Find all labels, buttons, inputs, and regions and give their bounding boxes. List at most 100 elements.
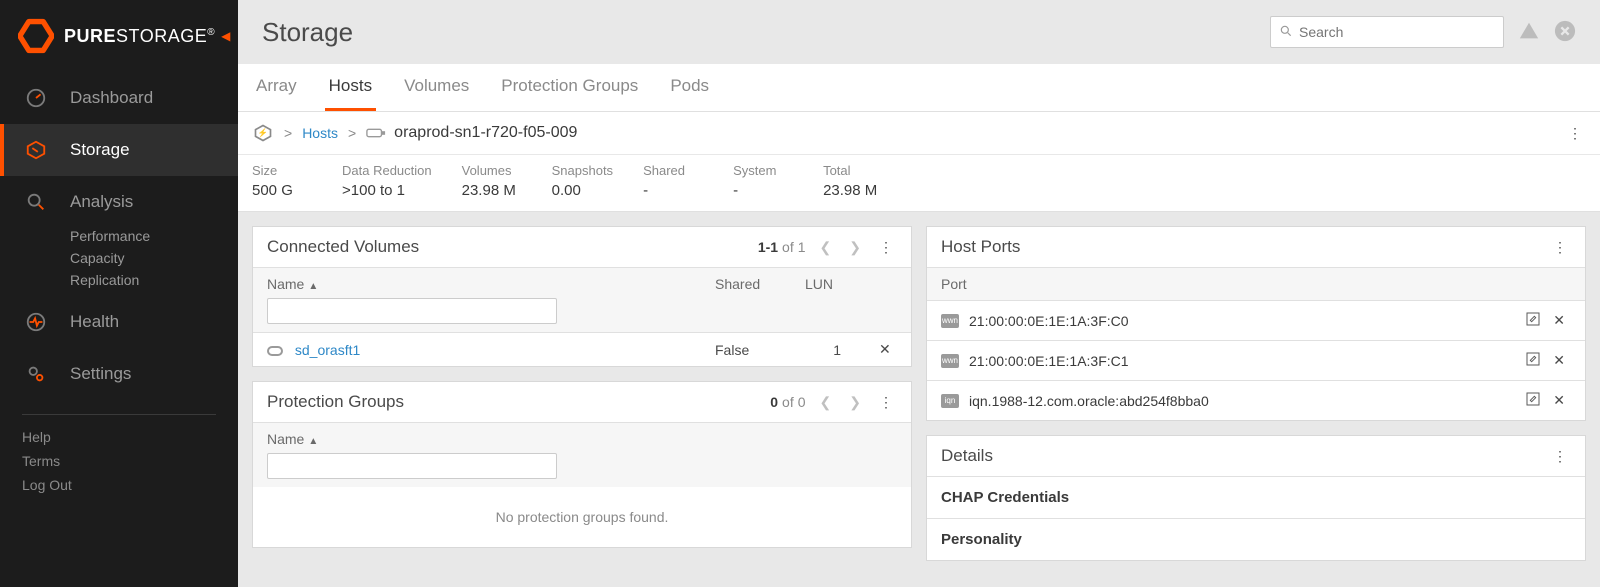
collapse-caret-icon[interactable]: ◀ — [221, 29, 230, 43]
alert-icon[interactable] — [1518, 20, 1540, 45]
subnav-replication[interactable]: Replication — [70, 272, 238, 288]
protection-groups-table: Name▲ — [253, 422, 911, 487]
health-icon — [24, 310, 48, 334]
stat-label: Data Reduction — [342, 163, 432, 178]
cell-shared: False — [701, 333, 791, 367]
stats-bar: Size500 G Data Reduction>100 to 1 Volume… — [238, 155, 1600, 212]
stat-value: 500 G — [252, 182, 312, 199]
port-value: iqn.1988-12.com.oracle:abd254f8bba0 — [969, 393, 1519, 409]
host-ports-panel: Host Ports ⋮ Port wwn 21:00:00:0E:1E:1A:… — [926, 226, 1586, 421]
details-label: CHAP Credentials — [941, 489, 1069, 506]
remove-volume-button[interactable]: ✕ — [875, 341, 895, 357]
host-icon — [366, 126, 386, 140]
col-name[interactable]: Name▲ — [253, 268, 701, 333]
col-port[interactable]: Port — [927, 268, 1505, 301]
sidebar: PURESTORAGE® ◀ Dashboard Storage Analysi… — [0, 0, 238, 587]
col-shared[interactable]: Shared — [701, 268, 791, 333]
pager-prev-icon[interactable]: ❮ — [816, 239, 836, 256]
col-actions — [861, 268, 911, 333]
stat-label: System — [733, 163, 793, 178]
global-search[interactable] — [1270, 16, 1504, 48]
sidebar-footer: Help Terms Log Out — [0, 429, 238, 493]
tab-protection-groups[interactable]: Protection Groups — [497, 62, 642, 111]
panel-title: Protection Groups — [267, 392, 404, 412]
col-lun[interactable]: LUN — [791, 268, 861, 333]
panel-title: Connected Volumes — [267, 237, 419, 257]
analysis-icon — [24, 190, 48, 214]
sidebar-divider — [22, 414, 216, 415]
pg-empty-message: No protection groups found. — [253, 487, 911, 547]
volume-icon — [267, 346, 283, 356]
topbar: Storage — [238, 0, 1600, 64]
remove-port-button[interactable]: ✕ — [1547, 312, 1571, 329]
gear-icon — [24, 362, 48, 386]
remove-port-button[interactable]: ✕ — [1547, 352, 1571, 369]
sidebar-item-label: Analysis — [70, 192, 133, 212]
pager-next-icon[interactable]: ❯ — [845, 239, 865, 256]
svg-text:⚡: ⚡ — [258, 128, 268, 139]
edit-port-button[interactable] — [1519, 391, 1547, 410]
storage-tabs: Array Hosts Volumes Protection Groups Po… — [238, 64, 1600, 112]
tab-volumes[interactable]: Volumes — [400, 62, 473, 111]
content-columns: Connected Volumes 1-1 of 1 ❮ ❯ ⋮ — [238, 212, 1600, 587]
wwn-icon: wwn — [941, 314, 959, 328]
edit-port-button[interactable] — [1519, 351, 1547, 370]
pg-menu-button[interactable]: ⋮ — [875, 394, 897, 411]
sidebar-item-label: Health — [70, 312, 119, 332]
pager-prev-icon[interactable]: ❮ — [816, 394, 836, 411]
sidebar-item-analysis[interactable]: Analysis — [0, 176, 238, 228]
footer-logout[interactable]: Log Out — [22, 477, 216, 493]
port-value: 21:00:00:0E:1E:1A:3F:C0 — [969, 313, 1519, 329]
array-icon[interactable]: ⚡ — [252, 122, 274, 144]
cell-lun: 1 — [791, 333, 861, 367]
panel-title: Host Ports — [941, 237, 1020, 257]
sidebar-item-storage[interactable]: Storage — [0, 124, 238, 176]
sidebar-item-settings[interactable]: Settings — [0, 348, 238, 400]
tab-pods[interactable]: Pods — [666, 62, 713, 111]
subnav-performance[interactable]: Performance — [70, 228, 238, 244]
brand-text: PURESTORAGE® — [64, 26, 215, 47]
port-row: wwn 21:00:00:0E:1E:1A:3F:C0 ✕ — [927, 300, 1585, 340]
remove-port-button[interactable]: ✕ — [1547, 392, 1571, 409]
breadcrumb-menu-button[interactable]: ⋮ — [1564, 125, 1586, 142]
page-title: Storage — [262, 17, 353, 48]
wwn-icon: wwn — [941, 354, 959, 368]
breadcrumb-hosts-link[interactable]: Hosts — [302, 125, 338, 141]
volumes-pager: 1-1 of 1 — [758, 239, 806, 255]
stat-value: - — [643, 182, 703, 199]
sort-asc-icon: ▲ — [308, 281, 318, 292]
sidebar-item-health[interactable]: Health — [0, 296, 238, 348]
ports-menu-button[interactable]: ⋮ — [1549, 239, 1571, 256]
sidebar-item-dashboard[interactable]: Dashboard — [0, 72, 238, 124]
sidebar-item-label: Storage — [70, 140, 130, 160]
pager-next-icon[interactable]: ❯ — [845, 394, 865, 411]
breadcrumb-sep: > — [348, 125, 356, 141]
panel-title: Details — [941, 446, 993, 466]
table-row: sd_orasft1 False 1 ✕ — [253, 333, 911, 367]
subnav-capacity[interactable]: Capacity — [70, 250, 238, 266]
search-input[interactable] — [1299, 24, 1495, 40]
name-filter-input[interactable] — [267, 298, 557, 324]
footer-terms[interactable]: Terms — [22, 453, 216, 469]
volume-link[interactable]: sd_orasft1 — [295, 342, 360, 358]
details-menu-button[interactable]: ⋮ — [1549, 448, 1571, 465]
col-name[interactable]: Name▲ — [253, 423, 911, 488]
gauge-icon — [24, 86, 48, 110]
footer-help[interactable]: Help — [22, 429, 216, 445]
protection-groups-panel: Protection Groups 0 of 0 ❮ ❯ ⋮ — [252, 381, 912, 548]
stat-label: Snapshots — [552, 163, 613, 178]
volumes-menu-button[interactable]: ⋮ — [875, 239, 897, 256]
details-row: Personality — [927, 518, 1585, 560]
pg-name-filter-input[interactable] — [267, 453, 557, 479]
connected-volumes-table: Name▲ Shared LUN sd_orasft1 — [253, 267, 911, 366]
sidebar-item-label: Dashboard — [70, 88, 153, 108]
edit-port-button[interactable] — [1519, 311, 1547, 330]
port-row: iqn iqn.1988-12.com.oracle:abd254f8bba0 … — [927, 380, 1585, 420]
stat-value: - — [733, 182, 793, 199]
stat-value: 0.00 — [552, 182, 613, 199]
pg-pager: 0 of 0 — [770, 394, 805, 410]
tab-array[interactable]: Array — [252, 62, 301, 111]
main-area: Storage Array Hosts Volumes Protection G… — [238, 0, 1600, 587]
close-icon[interactable] — [1554, 20, 1576, 45]
tab-hosts[interactable]: Hosts — [325, 62, 376, 111]
